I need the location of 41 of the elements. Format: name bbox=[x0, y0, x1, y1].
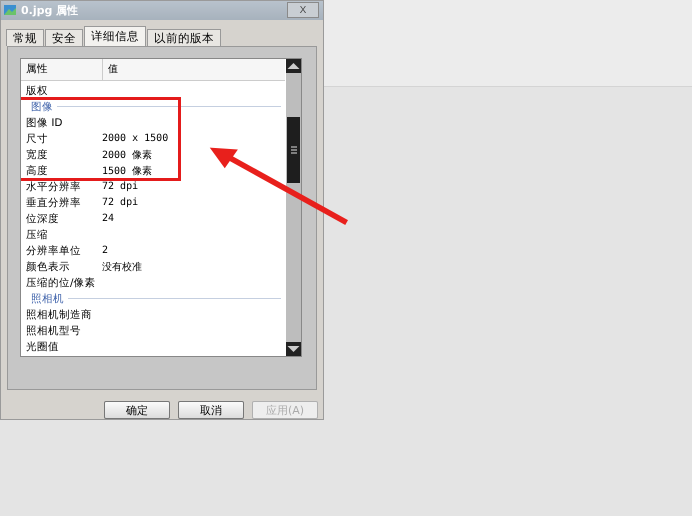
dialog-button[interactable]: 取消 bbox=[178, 401, 244, 419]
tab[interactable]: 安全 bbox=[45, 28, 83, 46]
property-value: 2000 x 1500 bbox=[102, 133, 168, 144]
property-name: 压缩 bbox=[25, 228, 49, 242]
property-value: 2 bbox=[102, 245, 108, 256]
column-header[interactable]: 属性 bbox=[21, 58, 103, 80]
scrollbar-thumb[interactable] bbox=[287, 116, 300, 183]
scroll-up-icon[interactable] bbox=[286, 58, 301, 73]
property-value: 1500 像素 bbox=[102, 164, 152, 178]
tab[interactable]: 以前的版本 bbox=[147, 28, 221, 46]
property-value: 72 dpi bbox=[102, 181, 138, 192]
scrollbar[interactable] bbox=[286, 58, 301, 356]
property-name: 光圈值 bbox=[25, 340, 60, 354]
property-name: 尺寸 bbox=[25, 132, 49, 146]
dialog-button[interactable]: 确定 bbox=[104, 401, 170, 419]
property-name: 颜色表示 bbox=[25, 260, 71, 274]
property-name: 压缩的位/像素 bbox=[25, 276, 97, 290]
close-button[interactable]: X bbox=[287, 2, 319, 18]
property-name: 垂直分辨率 bbox=[25, 196, 82, 210]
property-name: 宽度 bbox=[25, 148, 49, 162]
property-name: 照相机型号 bbox=[25, 324, 82, 338]
property-name: 版权 bbox=[25, 84, 49, 98]
property-name: 高度 bbox=[25, 164, 49, 178]
column-header[interactable]: 值 bbox=[103, 58, 285, 80]
property-value: 24 bbox=[102, 213, 114, 224]
grip-icon bbox=[290, 146, 296, 154]
scroll-down-icon[interactable] bbox=[286, 342, 301, 356]
group-header: 照相机 bbox=[31, 292, 64, 306]
property-value: 72 dpi bbox=[102, 197, 138, 208]
property-name: 照相机制造商 bbox=[25, 308, 93, 322]
tab[interactable]: 常规 bbox=[6, 28, 44, 46]
window-title: 0.jpg 属性 bbox=[21, 2, 78, 18]
group-header: 图像 bbox=[31, 100, 53, 114]
property-value: 2000 像素 bbox=[102, 148, 152, 162]
picture-icon bbox=[3, 3, 17, 18]
property-name: 图像 ID bbox=[25, 116, 64, 130]
property-name: 位深度 bbox=[25, 212, 60, 226]
property-value: 没有校准 bbox=[102, 260, 142, 274]
tab[interactable]: 详细信息 bbox=[84, 26, 146, 46]
property-name: 水平分辨率 bbox=[25, 180, 82, 194]
property-name: 分辨率单位 bbox=[25, 244, 82, 258]
